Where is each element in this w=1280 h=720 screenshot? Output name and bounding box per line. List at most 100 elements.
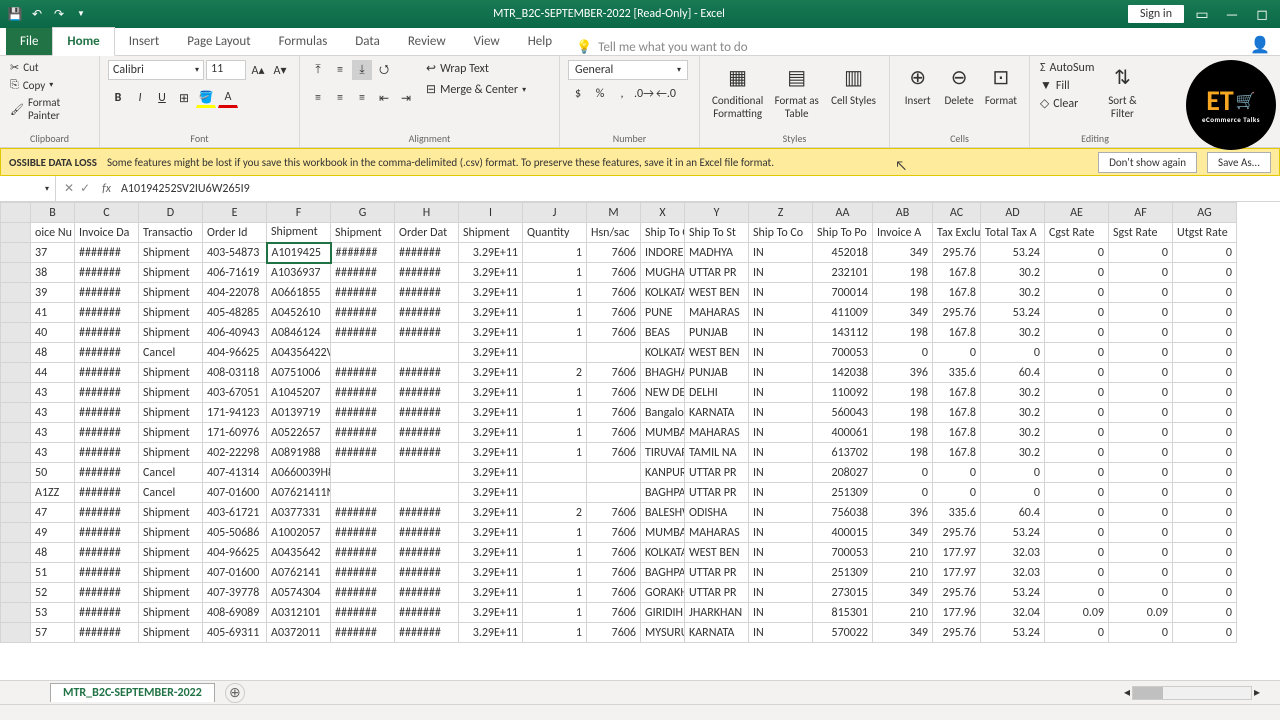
cell[interactable]: 48 [31,543,75,563]
cell[interactable]: 30.2 [981,283,1045,303]
cell[interactable]: 57 [31,623,75,643]
field-header[interactable]: Cgst Rate [1045,223,1109,243]
cell[interactable]: ODISHA [685,503,749,523]
cell[interactable]: 3.29E+11 [459,483,523,503]
row-header[interactable] [1,603,31,623]
cell[interactable]: 30.2 [981,383,1045,403]
cell[interactable]: 0.09 [1109,603,1173,623]
cell[interactable]: 404-96625 [203,543,267,563]
cell[interactable]: ####### [75,403,139,423]
align-center-icon[interactable]: ≡ [330,88,350,108]
cell[interactable]: 349 [873,523,933,543]
cell[interactable]: 3.29E+11 [459,283,523,303]
cell[interactable]: IN [749,543,813,563]
cell[interactable]: Shipment [139,403,203,423]
field-header[interactable] [1,223,31,243]
cell[interactable]: 43 [31,383,75,403]
cell[interactable]: 0 [1109,363,1173,383]
cell[interactable]: 7606 [587,543,641,563]
column-header[interactable]: F [267,203,331,223]
cell[interactable]: 3.29E+11 [459,523,523,543]
cell[interactable]: 53.24 [981,583,1045,603]
tab-insert[interactable]: Insert [115,28,174,55]
cell[interactable]: 2 [523,503,587,523]
cell[interactable]: 0 [1109,423,1173,443]
sheet-tab[interactable]: MTR_B2C-SEPTEMBER-2022 [50,683,215,702]
cell[interactable]: 51 [31,563,75,583]
cell[interactable]: ####### [75,583,139,603]
cell[interactable]: 403-61721 [203,503,267,523]
cell[interactable]: 0 [873,483,933,503]
cell[interactable]: KARNATA [685,403,749,423]
cell[interactable]: 406-71619 [203,263,267,283]
cell[interactable]: 3.29E+11 [459,543,523,563]
fx-icon[interactable]: fx [98,182,115,196]
cell[interactable]: 406-40943 [203,323,267,343]
cell[interactable]: A1019425 [267,243,331,263]
cell[interactable]: 60.4 [981,503,1045,523]
cell[interactable]: 1 [523,323,587,343]
cell[interactable]: A0846124 [267,323,331,343]
cell[interactable]: 7606 [587,383,641,403]
cell[interactable]: 1 [523,283,587,303]
column-header[interactable]: AF [1109,203,1173,223]
cell[interactable]: 110092 [813,383,873,403]
cell[interactable]: 210 [873,603,933,623]
cell[interactable]: A0660039H862SKDBSFM [267,463,331,483]
cell[interactable]: ####### [331,503,395,523]
cell[interactable]: 0 [1173,323,1237,343]
cell[interactable] [395,343,459,363]
name-box[interactable]: ▾ [0,176,56,201]
cell[interactable]: A0372011 [267,623,331,643]
cell[interactable]: A04356422VW0YIMI6PVZ3 [267,343,331,363]
cell[interactable]: 30.2 [981,423,1045,443]
cell[interactable]: MUMBAI [641,523,685,543]
cell[interactable]: PUNJAB [685,323,749,343]
field-header[interactable]: Sgst Rate [1109,223,1173,243]
cell[interactable]: 0 [1173,463,1237,483]
column-header[interactable]: M [587,203,641,223]
column-header[interactable]: D [139,203,203,223]
row-header[interactable] [1,303,31,323]
cell[interactable]: 208027 [813,463,873,483]
field-header[interactable]: oice Nu [31,223,75,243]
formula-input[interactable]: A10194252SV2IU6W265I9 [115,180,1280,198]
cell[interactable]: Shipment [139,563,203,583]
cell[interactable]: Shipment [139,443,203,463]
cell[interactable]: KARNATA [685,623,749,643]
cell[interactable]: 44 [31,363,75,383]
cell[interactable]: ####### [395,283,459,303]
cell[interactable]: 0 [1173,243,1237,263]
cell[interactable]: 295.76 [933,303,981,323]
cell[interactable]: KANPUR N [641,463,685,483]
cell[interactable]: ####### [75,283,139,303]
cell[interactable]: Shipment [139,263,203,283]
cell[interactable]: 0 [1045,283,1109,303]
cell[interactable]: ####### [75,523,139,543]
cell[interactable]: 43 [31,443,75,463]
sort-filter-button[interactable]: ⇅Sort & Filter [1100,60,1144,122]
cell[interactable]: 3.29E+11 [459,443,523,463]
cell[interactable]: 0 [1045,483,1109,503]
cell[interactable]: 0 [933,343,981,363]
cell[interactable]: 7606 [587,563,641,583]
cell[interactable]: 39 [31,283,75,303]
cell[interactable]: 3.29E+11 [459,263,523,283]
cell[interactable]: KOLKATA [641,543,685,563]
cell[interactable]: ####### [75,303,139,323]
cell[interactable]: 232101 [813,263,873,283]
cell[interactable]: 2 [523,363,587,383]
cell[interactable]: A1045207 [267,383,331,403]
field-header[interactable]: Order Id [203,223,267,243]
cut-button[interactable]: ✂Cut [8,60,91,75]
save-as-button[interactable]: Save As... [1207,152,1271,173]
redo-icon[interactable]: ↷ [50,5,68,23]
cell[interactable]: ####### [395,543,459,563]
cell[interactable]: IN [749,603,813,623]
cell[interactable]: 0 [981,343,1045,363]
cell[interactable]: 1 [523,443,587,463]
cell[interactable]: 0 [933,463,981,483]
cell[interactable]: ####### [395,243,459,263]
row-header[interactable] [1,463,31,483]
cell[interactable]: 335.6 [933,363,981,383]
